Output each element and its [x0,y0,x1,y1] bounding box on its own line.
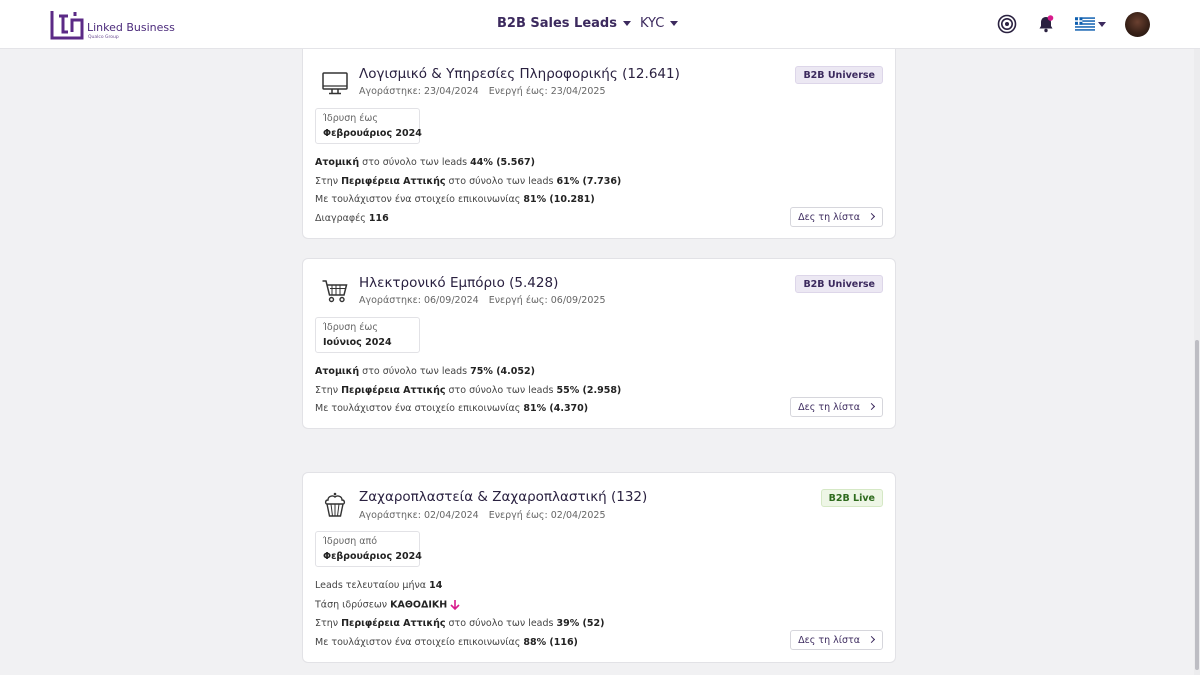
top-navbar: Linked Business Qualco Group B2B Sales L… [0,0,1200,49]
stat-line: Στην Περιφέρεια Αττικής στο σύνολο των l… [315,176,622,187]
chevron-down-icon [622,21,631,26]
founded-value: Φεβρουάριος 2024 [323,551,422,562]
stat-line: Ατομική στο σύνολο των leads 75% (4.052) [315,366,535,377]
founded-label: Ίδρυση έως [323,322,378,333]
logo-mark-icon [50,11,84,40]
card-title: Ζαχαροπλαστεία & Ζαχαροπλαστική (132) [359,489,648,505]
monitor-icon [322,72,348,95]
stat-line: Διαγραφές 116 [315,213,389,224]
status-badge: B2B Universe [795,275,883,293]
chevron-down-icon [670,21,679,26]
arrow-down-icon [450,600,460,611]
shopping-cart-icon [322,280,348,303]
logo-text: Linked Business [87,21,175,34]
greek-flag-icon[interactable] [1075,17,1095,31]
linked-business-logo[interactable]: Linked Business Qualco Group [50,10,190,40]
stat-line: Με τουλάχιστον ένα στοιχείο επικοινωνίας… [315,403,589,414]
active-until-date: Ενεργή έως: 02/04/2025 [488,510,606,521]
founded-value: Ιούνιος 2024 [323,337,392,348]
cupcake-icon [324,492,346,517]
card-dates: Αγοράστηκε: 23/04/2024 Ενεργή έως: 23/04/… [359,86,605,97]
scrollbar-thumb[interactable] [1195,340,1199,670]
purchased-date: Αγοράστηκε: 02/04/2024 [359,510,479,521]
nav-kyc-label: KYC [640,16,665,31]
card-title: Ηλεκτρονικό Εμπόριο (5.428) [359,275,559,291]
founded-filter-box: Ίδρυση έως Ιούνιος 2024 [315,317,420,353]
chevron-right-icon [867,635,876,644]
founded-label: Ίδρυση έως [323,113,378,124]
purchased-list-card: Ηλεκτρονικό Εμπόριο (5.428) Αγοράστηκε: … [302,258,896,429]
nav-b2b-sales-leads[interactable]: B2B Sales Leads [497,16,631,31]
bell-icon[interactable] [1036,14,1056,34]
founded-label: Ίδρυση από [323,536,378,547]
active-until-date: Ενεργή έως: 06/09/2025 [488,295,606,306]
purchased-date: Αγοράστηκε: 06/09/2024 [359,295,479,306]
view-list-label: Δες τη λίστα [798,212,860,223]
stat-line: Ατομική στο σύνολο των leads 44% (5.567) [315,157,535,168]
card-dates: Αγοράστηκε: 06/09/2024 Ενεργή έως: 06/09/… [359,295,605,306]
view-list-label: Δες τη λίστα [798,635,860,646]
purchased-list-card: Ζαχαροπλαστεία & Ζαχαροπλαστική (132) Αγ… [302,472,896,663]
nav-b2b-sales-leads-label: B2B Sales Leads [497,16,617,31]
nav-kyc[interactable]: KYC [640,16,679,31]
view-list-label: Δες τη λίστα [798,402,860,413]
chevron-down-icon[interactable] [1098,22,1106,27]
view-list-button[interactable]: Δες τη λίστα [790,397,883,417]
stat-line: Στην Περιφέρεια Αττικής στο σύνολο των l… [315,385,622,396]
status-badge: B2B Live [820,489,883,507]
stat-line: Leads τελευταίου μήνα 14 [315,580,443,591]
stat-line: Τάση ιδρύσεων ΚΑΘΟΔΙΚΗ [315,599,461,611]
founded-filter-box: Ίδρυση από Φεβρουάριος 2024 [315,531,422,567]
card-title: Λογισμικό & Υπηρεσίες Πληροφορικής (12.6… [359,66,680,82]
purchased-list-card: Λογισμικό & Υπηρεσίες Πληροφορικής (12.6… [302,38,896,239]
chevron-right-icon [867,212,876,221]
card-dates: Αγοράστηκε: 02/04/2024 Ενεργή έως: 02/04/… [359,510,605,521]
founded-value: Φεβρουάριος 2024 [323,128,422,139]
active-until-date: Ενεργή έως: 23/04/2025 [488,86,606,97]
purchased-date: Αγοράστηκε: 23/04/2024 [359,86,479,97]
founded-filter-box: Ίδρυση έως Φεβρουάριος 2024 [315,108,422,144]
view-list-button[interactable]: Δες τη λίστα [790,207,883,227]
target-icon[interactable] [997,14,1017,34]
status-badge: B2B Universe [795,66,883,84]
logo-subtext: Qualco Group [88,35,119,40]
stat-line: Με τουλάχιστον ένα στοιχείο επικοινωνίας… [315,637,578,648]
chevron-right-icon [867,402,876,411]
view-list-button[interactable]: Δες τη λίστα [790,630,883,650]
user-avatar[interactable] [1125,12,1150,37]
stat-line: Στην Περιφέρεια Αττικής στο σύνολο των l… [315,618,605,629]
stat-line: Με τουλάχιστον ένα στοιχείο επικοινωνίας… [315,194,595,205]
